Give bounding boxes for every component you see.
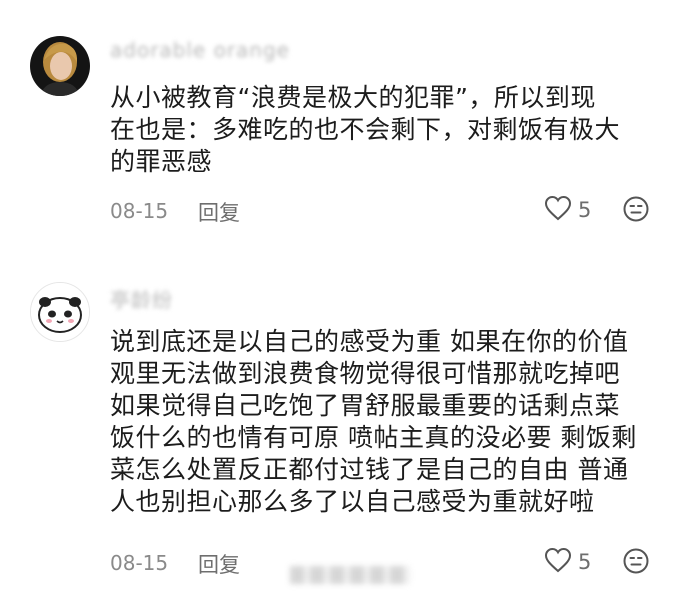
avatar[interactable]: [30, 36, 90, 96]
comment-text-line: 在也是：多难吃的也不会剩下，对剩饭有极大: [110, 115, 621, 144]
comment-text-line: 观里无法做到浪费食物觉得很可惜那就吃掉吧: [110, 359, 621, 388]
like-button[interactable]: 5: [544, 195, 591, 225]
watermark-blur: [290, 566, 410, 584]
comment-text-line: 的罪恶感: [110, 147, 213, 176]
comment-date: 08-15: [110, 199, 169, 223]
reply-button[interactable]: 回复: [198, 197, 240, 227]
comment-text-line: 菜怎么处置反正都付过钱了是自己的自由 普通: [110, 455, 629, 484]
username[interactable]: 亭龄纷: [110, 284, 173, 313]
heart-icon: [544, 547, 572, 577]
like-button[interactable]: 5: [544, 547, 591, 577]
comment-text: 说到底还是以自己的感受为重 如果在你的价值 观里无法做到浪费食物觉得很可惜那就吃…: [110, 326, 670, 518]
comment-date: 08-15: [110, 551, 169, 575]
comment-text-line: 从小被教育“浪费是极大的犯罪”，所以到现: [110, 83, 596, 112]
like-count: 5: [578, 550, 592, 574]
username[interactable]: adorable orange: [110, 38, 290, 62]
avatar[interactable]: [30, 282, 90, 342]
comment-text: 从小被教育“浪费是极大的犯罪”，所以到现 在也是：多难吃的也不会剩下，对剩饭有极…: [110, 82, 670, 178]
comment-meta: 08-15 回复 5: [110, 195, 660, 227]
comment-text-line: 人也别担心那么多了以自己感受为重就好啦: [110, 487, 595, 516]
heart-icon: [544, 195, 572, 225]
comment-text-line: 如果觉得自己吃饱了胃舒服最重要的话剩点菜: [110, 391, 621, 420]
reply-button[interactable]: 回复: [198, 549, 240, 579]
emoji-reaction-icon[interactable]: [622, 547, 650, 579]
emoji-reaction-icon[interactable]: [622, 195, 650, 227]
like-count: 5: [578, 198, 592, 222]
comment-text-line: 说到底还是以自己的感受为重 如果在你的价值: [110, 327, 629, 356]
comment-text-line: 饭什么的也情有可原 喷帖主真的没必要 剩饭剩: [110, 423, 637, 452]
